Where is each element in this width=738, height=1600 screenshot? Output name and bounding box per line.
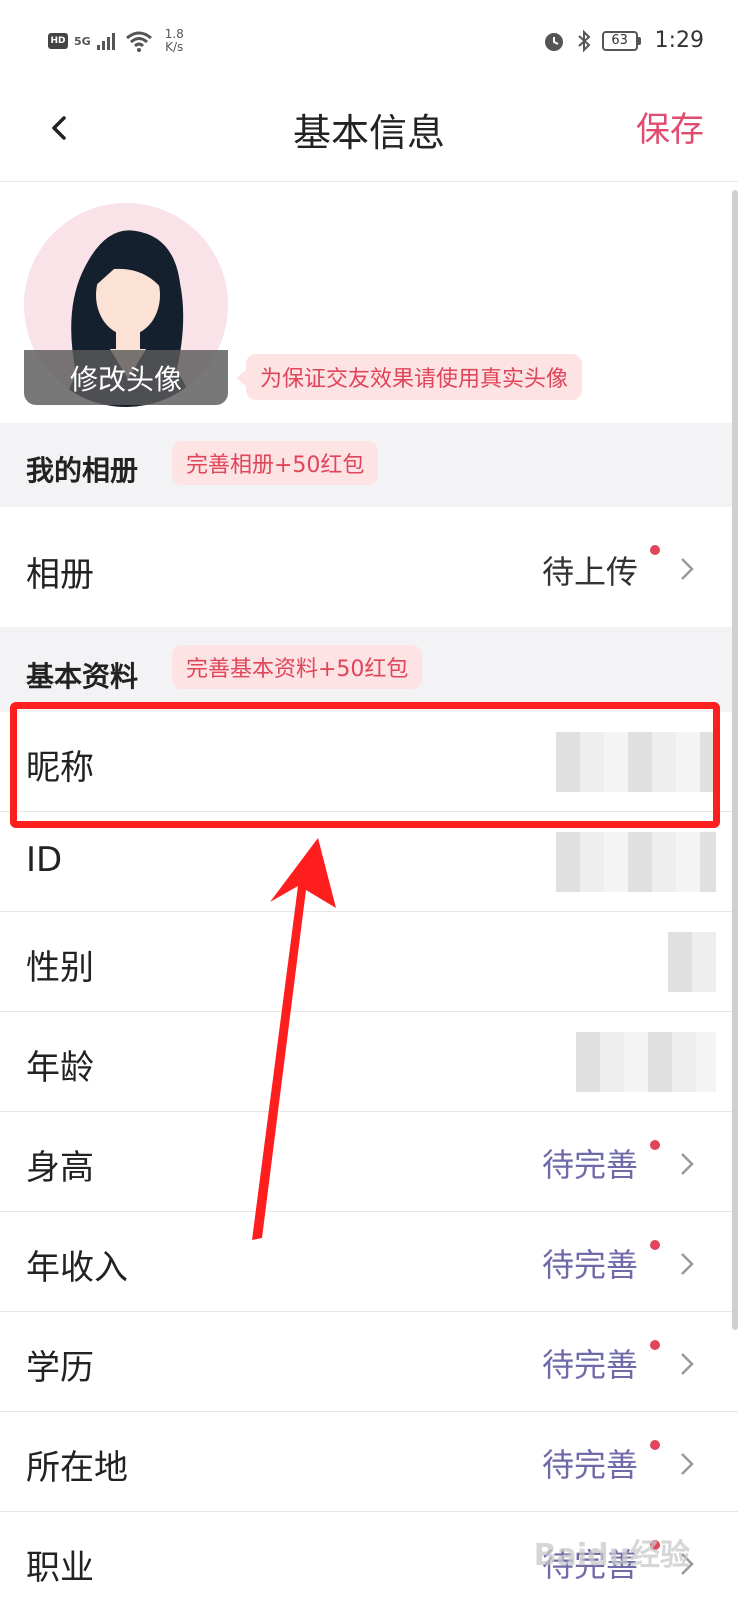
scrollbar[interactable] <box>732 190 738 1330</box>
gender-label: 性别 <box>26 948 94 988</box>
album-row-label: 相册 <box>26 555 94 595</box>
age-row[interactable]: 年龄 <box>0 1012 738 1112</box>
location-value: 待完善 <box>541 1446 638 1484</box>
avatar-tip: 为保证交友效果请使用真实头像 <box>235 354 583 400</box>
chevron-right-icon <box>681 1153 694 1175</box>
wifi-icon <box>125 31 152 52</box>
age-blurred-value <box>576 1032 716 1092</box>
album-row[interactable]: 相册 待上传 <box>0 507 738 627</box>
battery-icon: 63 <box>601 30 641 51</box>
income-value: 待完善 <box>541 1246 638 1284</box>
id-blurred-value <box>556 832 716 892</box>
hd-badge: HD <box>48 33 68 49</box>
gender-row[interactable]: 性别 <box>0 912 738 1012</box>
album-section-header: 我的相册 完善相册+50红包 <box>0 423 738 507</box>
clock: 1:29 <box>654 28 704 53</box>
height-row[interactable]: 身高 待完善 <box>0 1112 738 1212</box>
album-row-value: 待上传 <box>541 553 638 591</box>
gender-blurred-value <box>668 932 716 992</box>
signal-icon <box>96 33 115 50</box>
chevron-right-icon <box>681 1353 694 1375</box>
education-row[interactable]: 学历 待完善 <box>0 1312 738 1412</box>
network-label: 5G <box>74 34 91 48</box>
basic-section-header: 基本资料 完善基本资料+50红包 <box>0 627 738 712</box>
location-row[interactable]: 所在地 待完善 <box>0 1412 738 1512</box>
location-red-dot <box>650 1440 660 1450</box>
album-section-title: 我的相册 <box>26 454 139 487</box>
chevron-right-icon <box>681 1253 694 1275</box>
income-label: 年收入 <box>26 1248 128 1288</box>
save-button[interactable]: 保存 <box>636 102 704 151</box>
occupation-label: 职业 <box>26 1548 94 1588</box>
education-red-dot <box>650 1340 660 1350</box>
chevron-right-icon <box>681 558 694 580</box>
age-label: 年龄 <box>26 1048 94 1088</box>
income-row[interactable]: 年收入 待完善 <box>0 1212 738 1312</box>
height-value: 待完善 <box>541 1146 638 1184</box>
highlight-box <box>10 702 720 828</box>
page-title: 基本信息 <box>292 111 445 155</box>
education-value: 待完善 <box>541 1346 638 1384</box>
edit-avatar-button[interactable]: 修改头像 <box>24 350 228 405</box>
status-bar: HD 5G 1.8 K/s 63 1:29 <box>0 0 738 80</box>
network-speed: 1.8 K/s <box>164 27 184 54</box>
status-left: HD 5G 1.8 K/s <box>48 28 184 54</box>
income-red-dot <box>650 1240 660 1250</box>
education-label: 学历 <box>26 1348 94 1388</box>
album-reward-badge: 完善相册+50红包 <box>172 441 379 485</box>
height-label: 身高 <box>26 1148 94 1188</box>
basic-reward-badge: 完善基本资料+50红包 <box>172 645 423 689</box>
watermark: Baidu经验 <box>533 1538 690 1573</box>
top-nav-bar: 基本信息 保存 <box>0 80 738 182</box>
album-red-dot <box>650 545 660 555</box>
location-label: 所在地 <box>26 1448 128 1488</box>
chevron-right-icon <box>681 1453 694 1475</box>
id-label: ID <box>26 840 63 880</box>
height-red-dot <box>650 1140 660 1150</box>
basic-section-title: 基本资料 <box>26 660 139 693</box>
bluetooth-icon <box>577 29 591 52</box>
alarm-icon <box>544 32 563 51</box>
status-right: 63 1:29 <box>542 28 704 53</box>
